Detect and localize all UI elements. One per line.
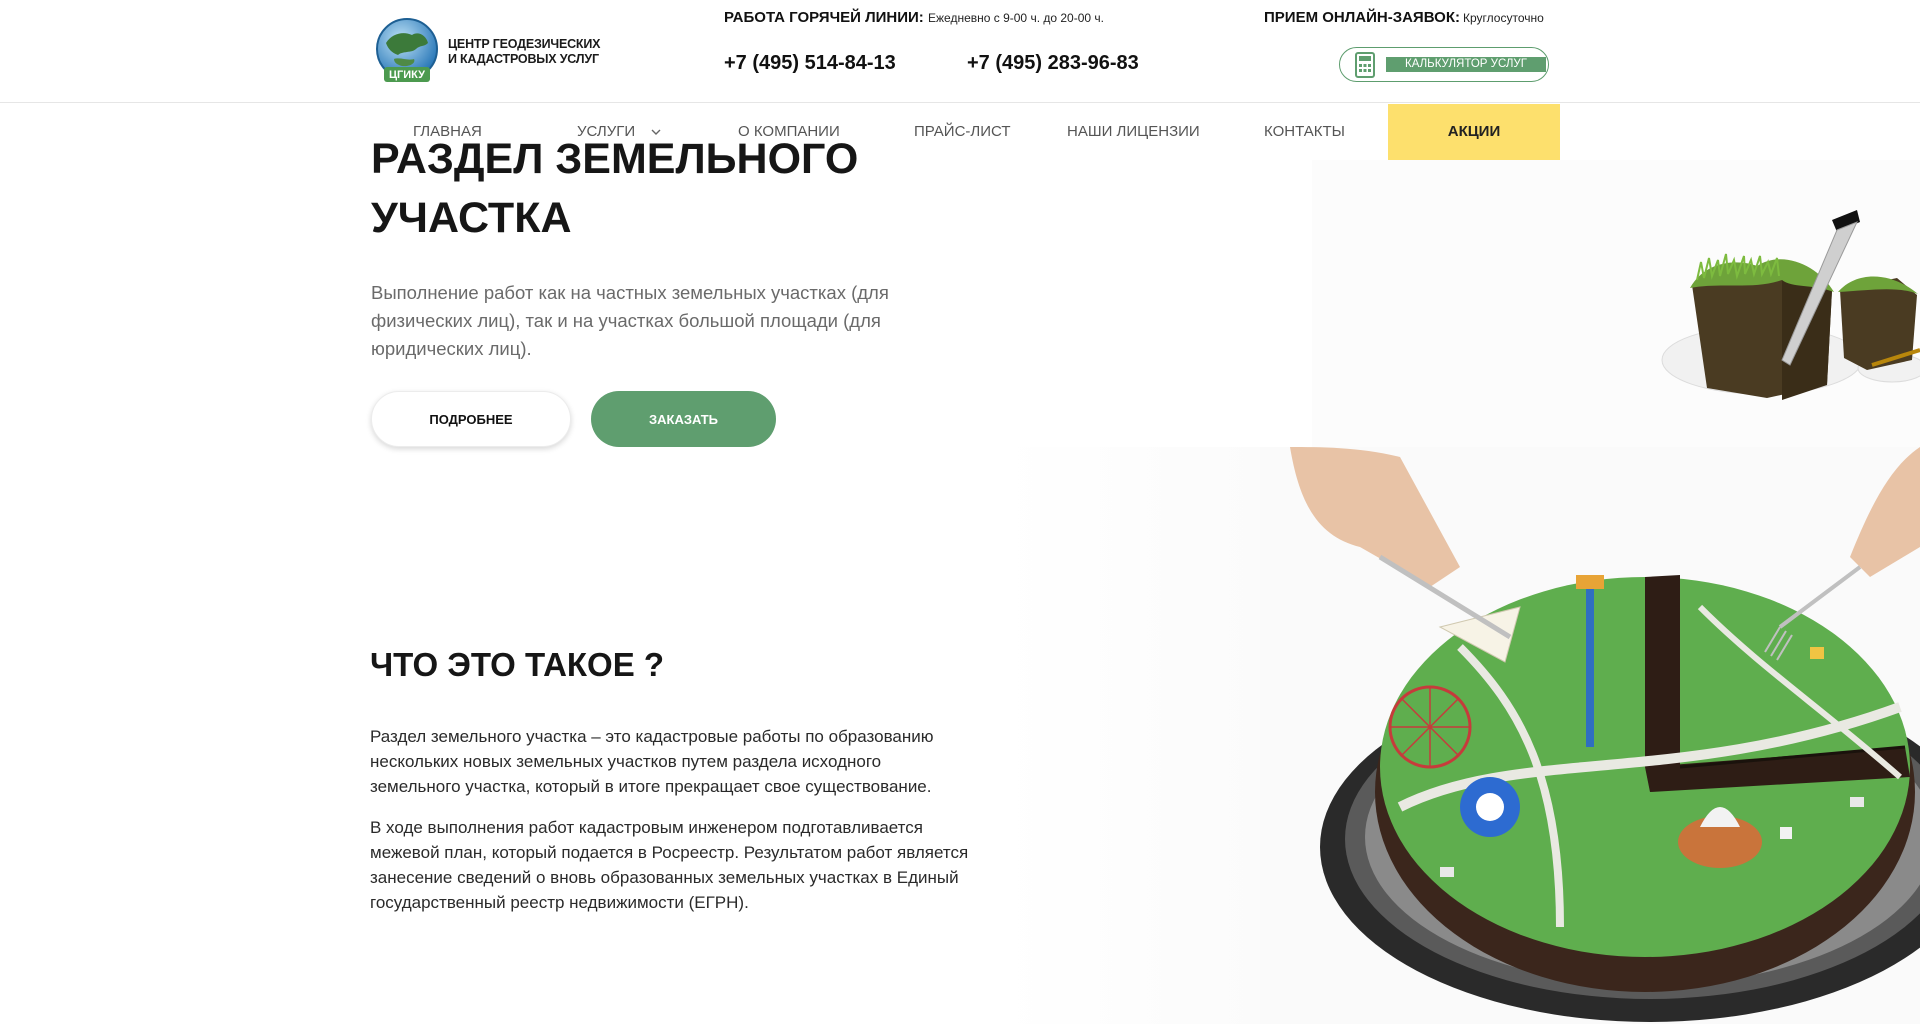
chevron-down-icon	[651, 129, 661, 135]
nav-item-contacts[interactable]: КОНТАКТЫ	[1264, 104, 1345, 160]
phone-link-1[interactable]: +7 (495) 514-84-13	[724, 52, 896, 75]
logo-badge-text: ЦГИКУ	[389, 69, 425, 81]
nav-item-services-label: УСЛУГИ	[577, 123, 636, 140]
section-title: ЧТО ЭТО ТАКОЕ ?	[370, 646, 665, 683]
about-paragraph-2: В ходе выполнения работ кадастровым инже…	[370, 818, 969, 912]
hotline-label: РАБОТА ГОРЯЧЕЙ ЛИНИИ:	[724, 9, 924, 26]
page: ЦГИКУ ЦЕНТР ГЕОДЕЗИЧЕСКИХ И КАДАСТРОВЫХ …	[0, 0, 1920, 1024]
calculator-icon	[1355, 51, 1375, 78]
nav-item-services[interactable]: УСЛУГИ	[577, 104, 661, 160]
online-requests-label: ПРИЕМ ОНЛАЙН-ЗАЯВОК:	[1264, 9, 1460, 26]
order-button[interactable]: ЗАКАЗАТЬ	[591, 391, 776, 447]
calculator-button[interactable]: КАЛЬКУЛЯТОР УСЛУГ	[1339, 47, 1549, 82]
site-header: ЦГИКУ ЦЕНТР ГЕОДЕЗИЧЕСКИХ И КАДАСТРОВЫХ …	[0, 0, 1920, 103]
logo[interactable]: ЦГИКУ ЦЕНТР ГЕОДЕЗИЧЕСКИХ И КАДАСТРОВЫХ …	[372, 16, 612, 88]
more-button[interactable]: ПОДРОБНЕЕ	[371, 391, 571, 447]
map-cake-illustration	[1260, 447, 1920, 1024]
nav-item-promotions[interactable]: АКЦИИ	[1388, 104, 1560, 160]
hotline-hours: Ежедневно с 9-00 ч. до 20-00 ч.	[928, 11, 1104, 25]
nav-item-licenses[interactable]: НАШИ ЛИЦЕНЗИИ	[1067, 104, 1200, 160]
about-paragraph-1: Раздел земельного участка – это кадастро…	[370, 727, 934, 796]
page-title-line-2: УЧАСТКА	[371, 194, 572, 242]
logo-line-1: ЦЕНТР ГЕОДЕЗИЧЕСКИХ	[448, 37, 601, 51]
hero-description: Выполнение работ как на частных земельны…	[371, 282, 889, 359]
nav-item-prices[interactable]: ПРАЙС-ЛИСТ	[914, 104, 1011, 160]
image-fade	[1000, 447, 1260, 1024]
calculator-button-label: КАЛЬКУЛЯТОР УСЛУГ	[1386, 57, 1546, 72]
main-navigation: ГЛАВНАЯ УСЛУГИ О КОМПАНИИ ПРАЙС-ЛИСТ НАШ…	[372, 104, 1560, 160]
nav-item-about[interactable]: О КОМПАНИИ	[738, 104, 840, 160]
online-requests-value: Круглосуточно	[1463, 11, 1544, 25]
globe-logo-icon: ЦГИКУ	[372, 17, 442, 87]
logo-line-2: И КАДАСТРОВЫХ УСЛУГ	[448, 52, 599, 66]
logo-text: ЦЕНТР ГЕОДЕЗИЧЕСКИХ И КАДАСТРОВЫХ УСЛУГ	[448, 37, 600, 67]
phone-link-2[interactable]: +7 (495) 283-96-83	[967, 52, 1139, 75]
grass-cake-illustration	[1312, 160, 1920, 447]
nav-item-home[interactable]: ГЛАВНАЯ	[413, 104, 482, 160]
